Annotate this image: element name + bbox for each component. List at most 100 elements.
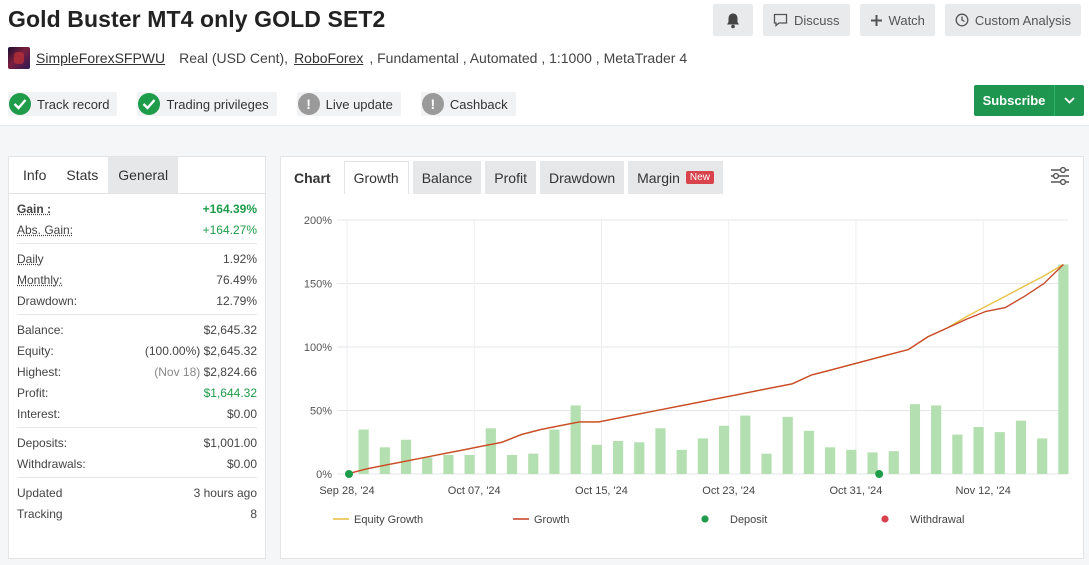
- stat-row-equity: Equity: (100.00%) $2,645.32: [17, 340, 257, 361]
- equity-value: $2,645.32: [203, 343, 257, 358]
- bar: [1015, 420, 1027, 474]
- monthly-label[interactable]: Monthly:: [17, 273, 62, 287]
- badges: Track record Trading privileges ! Live u…: [8, 92, 516, 116]
- discuss-button[interactable]: Discuss: [763, 4, 850, 36]
- chart-panel: Chart Growth Balance Profit Drawdown Mar…: [280, 156, 1084, 559]
- tab-drawdown[interactable]: Drawdown: [539, 161, 625, 194]
- deposit-marker: [875, 470, 884, 478]
- bar: [528, 453, 539, 474]
- deposit-marker: [345, 470, 353, 478]
- avatar[interactable]: [8, 47, 30, 69]
- plus-icon: [870, 14, 882, 26]
- check-icon: [138, 93, 161, 115]
- system-details: , Fundamental , Automated , 1:1000 , Met…: [369, 50, 688, 66]
- badge-label: Live update: [325, 96, 393, 112]
- bar: [888, 451, 899, 474]
- account-type: Real (USD Cent),: [179, 50, 289, 66]
- custom-analysis-button[interactable]: Custom Analysis: [944, 4, 1081, 36]
- username-link[interactable]: SimpleForexSFPWU: [36, 50, 165, 66]
- badge-track-record[interactable]: Track record: [8, 92, 118, 116]
- stat-row-withdrawals: Withdrawals: $0.00: [17, 453, 257, 474]
- stat-row-deposits: Deposits: $1,001.00: [17, 432, 257, 453]
- withdrawals-value: $0.00: [226, 456, 257, 471]
- updated-label: Updated: [17, 485, 63, 500]
- deposits-value: $1,001.00: [203, 435, 257, 450]
- tab-growth[interactable]: Growth: [343, 161, 409, 194]
- x-tick-label: Oct 31, '24: [830, 485, 883, 497]
- subscribe-button[interactable]: Subscribe: [974, 85, 1084, 116]
- tab-general[interactable]: General: [108, 157, 179, 193]
- bar: [697, 438, 708, 474]
- bar: [591, 444, 602, 474]
- legend-label: Equity Growth: [354, 514, 423, 526]
- tab-info[interactable]: Info: [9, 157, 57, 193]
- drawdown-label: Drawdown:: [17, 293, 78, 308]
- daily-label[interactable]: Daily: [17, 252, 44, 266]
- x-tick-label: Oct 15, '24: [575, 485, 628, 497]
- tracking-group: Updated 3 hours ago Tracking 8: [17, 478, 257, 527]
- highest-date: (Nov 18): [154, 364, 201, 379]
- bar: [825, 447, 836, 474]
- tab-stats[interactable]: Stats: [56, 157, 109, 193]
- bar: [1037, 438, 1048, 474]
- bar: [909, 404, 921, 474]
- notifications-button[interactable]: [713, 4, 754, 36]
- balance-label: Balance:: [17, 322, 64, 337]
- stat-row-profit: Profit: $1,644.32: [17, 382, 257, 403]
- badge-label: Track record: [37, 96, 110, 112]
- watch-button[interactable]: Watch: [859, 4, 935, 36]
- growth-chart[interactable]: 0% 50% 100% 150% 200% Sep 28, '24 Oct 07, '24…: [281, 195, 1083, 559]
- y-tick-label: 100%: [304, 342, 332, 354]
- bar: [761, 453, 772, 474]
- tab-balance[interactable]: Balance: [412, 161, 482, 194]
- stat-row-tracking: Tracking 8: [17, 503, 257, 524]
- bar: [952, 434, 963, 474]
- x-tick-label: Oct 23, '24: [702, 485, 755, 497]
- interest-value: $0.00: [226, 406, 257, 421]
- bar: [443, 454, 454, 474]
- stats-tabs: Info Stats General: [9, 157, 265, 194]
- badge-label: Trading privileges: [166, 96, 269, 112]
- x-tick-label: Sep 28, '24: [319, 485, 374, 497]
- watch-label: Watch: [888, 12, 925, 28]
- clock-icon: [955, 13, 969, 27]
- stat-row-updated: Updated 3 hours ago: [17, 482, 257, 503]
- stats-list: Gain : +164.39% Abs. Gain: +164.27% Dail…: [9, 194, 265, 527]
- tracking-value: 8: [250, 506, 257, 521]
- broker-link[interactable]: RoboForex: [294, 50, 363, 66]
- legend-label: Deposit: [730, 514, 767, 526]
- badge-cashback[interactable]: ! Cashback: [420, 92, 516, 116]
- bar: [740, 415, 751, 474]
- bar: [655, 428, 666, 474]
- bar: [485, 428, 496, 474]
- bar: [358, 429, 369, 474]
- bar: [379, 447, 390, 474]
- header: Gold Buster MT4 only GOLD SET2 Discuss W…: [0, 0, 1089, 126]
- legend-label: Withdrawal: [910, 514, 964, 526]
- new-badge: New: [685, 171, 714, 184]
- tab-profit[interactable]: Profit: [485, 161, 536, 194]
- bar: [570, 405, 581, 474]
- chevron-down-icon: [1064, 97, 1075, 104]
- monthly-value: 76.49%: [216, 272, 257, 287]
- gain-label[interactable]: Gain :: [17, 202, 51, 216]
- daily-value: 1.92%: [222, 251, 257, 266]
- tab-margin-label: Margin: [637, 169, 680, 186]
- y-axis-labels: 0% 50% 100% 150% 200%: [304, 215, 332, 481]
- system-meta: SimpleForexSFPWU Real (USD Cent), RoboFo…: [8, 47, 687, 69]
- tab-chart[interactable]: Chart: [285, 161, 340, 194]
- badge-trading-privileges[interactable]: Trading privileges: [137, 92, 277, 116]
- top-actions: Discuss Watch Custom Analysis: [713, 4, 1081, 36]
- subscribe-dropdown[interactable]: [1054, 85, 1084, 116]
- y-tick-label: 150%: [304, 279, 332, 291]
- exclamation-icon: !: [421, 93, 444, 115]
- balance-group: Balance: $2,645.32 Equity: (100.00%) $2,…: [17, 315, 257, 428]
- abs-gain-label[interactable]: Abs. Gain:: [17, 223, 73, 237]
- bar: [931, 405, 942, 474]
- badge-live-update[interactable]: ! Live update: [296, 92, 401, 116]
- sliders-icon[interactable]: [1049, 165, 1071, 187]
- subscribe-label[interactable]: Subscribe: [974, 85, 1054, 116]
- tab-margin[interactable]: Margin New: [628, 161, 723, 194]
- bar: [400, 439, 412, 474]
- stat-row-gain: Gain : +164.39%: [17, 198, 257, 219]
